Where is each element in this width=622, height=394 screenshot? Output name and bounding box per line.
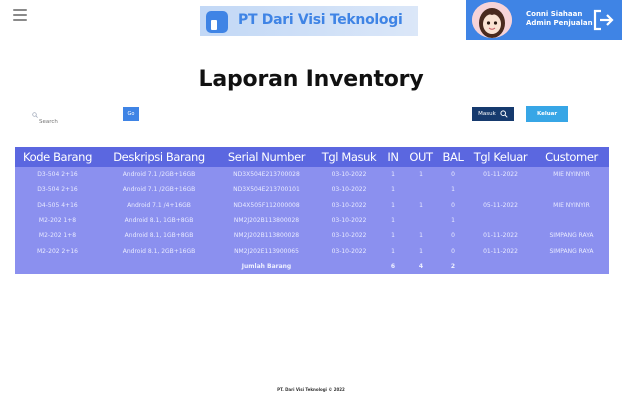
- table-cell: 03-10-2022: [331, 217, 367, 225]
- hamburger-menu-icon[interactable]: [13, 9, 27, 21]
- column-header: IN: [387, 150, 399, 164]
- logout-icon[interactable]: [592, 8, 614, 32]
- page-title: Laporan Inventory: [198, 67, 424, 92]
- table-cell: [467, 213, 534, 228]
- table-cell: D3-504 2+16: [37, 186, 78, 194]
- table-cell: Android 7.1 /2GB+16GB: [122, 186, 196, 194]
- column-header: BAL: [442, 150, 464, 164]
- table-cell: Android 7.1 /4+16GB: [127, 201, 191, 209]
- user-role: Admin Penjualan: [526, 19, 593, 27]
- table-cell: 0: [451, 171, 455, 179]
- column-header: Customer: [545, 150, 598, 164]
- table-cell: 1: [391, 201, 395, 209]
- table-cell: 1: [391, 232, 395, 240]
- column-header: Deskripsi Barang: [113, 150, 205, 164]
- table-cell: MIE NYINYIR: [553, 171, 590, 179]
- table-row[interactable]: M2-202 2+16 Android 8.1, 2GB+16GB NM2J202E…: [15, 243, 609, 258]
- table-cell: ND4X505F112000008: [233, 201, 300, 209]
- table-cell: 1: [391, 217, 395, 225]
- table-cell: 03-10-2022: [331, 201, 367, 209]
- total-label: Jumlah Barang: [241, 262, 292, 270]
- table-cell: D3-504 2+16: [37, 171, 78, 179]
- table-cell: 03-10-2022: [331, 247, 367, 255]
- table-cell: ND3X504E213700028: [233, 171, 300, 179]
- masuk-button[interactable]: Masuk: [472, 107, 514, 121]
- search-input[interactable]: [30, 115, 110, 129]
- table-cell: SIMPANG RAYA: [549, 232, 594, 240]
- keluar-button[interactable]: Keluar: [526, 106, 568, 122]
- table-cell: 03-10-2022: [331, 186, 367, 194]
- table-cell: NM2J202B113800028: [233, 232, 300, 240]
- brand-banner: PT Dari Visi Teknologi: [200, 6, 418, 36]
- table-cell: 0: [451, 232, 455, 240]
- brand-logo-icon: [206, 11, 228, 33]
- column-header: Kode Barang: [23, 150, 92, 164]
- table-cell: ND3X504E213700101: [233, 186, 300, 194]
- footer-text: PT. Dari Visi Teknologi © 2022: [277, 387, 345, 392]
- table-header-row: Kode Barang Deskripsi Barang Serial Number…: [15, 147, 609, 167]
- masuk-search-icon: [500, 110, 508, 118]
- brand-name: PT Dari Visi Teknologi: [238, 12, 403, 28]
- table-cell: D4-505 4+16: [37, 201, 78, 209]
- avatar-illustration-icon: [472, 2, 512, 38]
- go-button[interactable]: Go: [123, 107, 139, 121]
- table-row[interactable]: D3-504 2+16 Android 7.1 /2GB+16GB ND3X504E…: [15, 167, 609, 182]
- table-cell: 1: [391, 186, 395, 194]
- user-panel: Conni Siahaan Admin Penjualan: [466, 0, 622, 40]
- table-row[interactable]: M2-202 1+8 Android 8.1, 1GB+8GB NM2J202B11…: [15, 213, 609, 228]
- table-cell: 1: [419, 201, 423, 209]
- table-cell: [534, 182, 609, 197]
- table-cell: MIE NYINYIR: [553, 201, 590, 209]
- table-cell: [403, 213, 439, 228]
- table-cell: 01-11-2022: [483, 171, 518, 179]
- table-cell: NM2J202B113800028: [233, 217, 300, 225]
- top-bar: PT Dari Visi Teknologi Conni Siahaan Adm…: [0, 0, 622, 40]
- user-avatar[interactable]: [472, 2, 512, 38]
- table-row[interactable]: D4-505 4+16 Android 7.1 /4+16GB ND4X505F11…: [15, 198, 609, 213]
- table-cell: Android 8.1, 1GB+8GB: [124, 232, 194, 240]
- column-header: Tgl Masuk: [321, 150, 377, 164]
- table-cell: 1: [391, 171, 395, 179]
- table-cell: SIMPANG RAYA: [549, 247, 594, 255]
- table-cell: Android 7.1 /2GB+16GB: [122, 171, 196, 179]
- table-cell: 1: [451, 217, 455, 225]
- table-cell: 0: [451, 247, 455, 255]
- table-cell: 1: [419, 247, 423, 255]
- table-cell: 1: [451, 186, 455, 194]
- masuk-label: Masuk: [478, 111, 496, 117]
- table-cell: 03-10-2022: [331, 171, 367, 179]
- table-cell: 1: [419, 232, 423, 240]
- table-cell: M2-202 2+16: [37, 247, 78, 255]
- table-cell: 1: [391, 247, 395, 255]
- total-in: 6: [390, 262, 396, 270]
- search-icon: [32, 112, 38, 118]
- search-box: [30, 108, 110, 129]
- table-cell: M2-202 1+8: [38, 217, 77, 225]
- inventory-table: Kode Barang Deskripsi Barang Serial Number…: [15, 147, 609, 274]
- table-cell: Android 8.1, 1GB+8GB: [124, 217, 194, 225]
- user-name: Conni Siahaan: [526, 10, 583, 18]
- table-cell: 03-10-2022: [331, 232, 367, 240]
- table-row[interactable]: M2-202 1+8 Android 8.1, 1GB+8GB NM2J202B11…: [15, 228, 609, 243]
- table-cell: [467, 182, 534, 197]
- column-header: OUT: [409, 150, 433, 164]
- table-total-row: Jumlah Barang 6 4 2: [15, 259, 609, 274]
- table-cell: [403, 182, 439, 197]
- total-out: 4: [418, 262, 424, 270]
- column-header: Serial Number: [227, 150, 306, 164]
- table-cell: NM2J202E113900065: [234, 247, 299, 255]
- table-cell: M2-202 1+8: [38, 232, 77, 240]
- table-cell: 0: [451, 201, 455, 209]
- table-cell: 1: [419, 171, 423, 179]
- table-cell: Android 8.1, 2GB+16GB: [122, 247, 196, 255]
- table-cell: 01-11-2022: [483, 247, 518, 255]
- total-bal: 2: [450, 262, 456, 270]
- table-cell: 05-11-2022: [483, 201, 518, 209]
- table-row[interactable]: D3-504 2+16 Android 7.1 /2GB+16GB ND3X504E…: [15, 182, 609, 197]
- table-cell: 01-11-2022: [483, 232, 518, 240]
- table-cell: [534, 213, 609, 228]
- column-header: Tgl Keluar: [473, 150, 528, 164]
